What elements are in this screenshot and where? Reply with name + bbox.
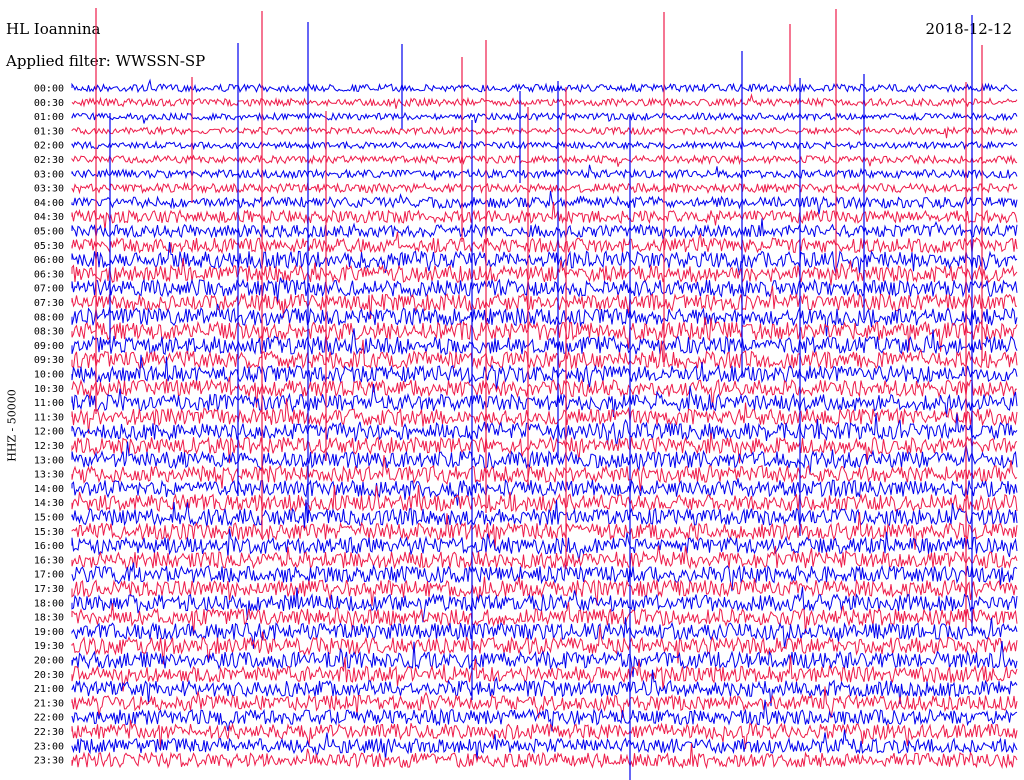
trace-row	[71, 484, 1018, 513]
trace-row	[71, 699, 1018, 732]
row-time-label: 20:00	[34, 656, 64, 667]
trace-row	[71, 413, 1018, 446]
trace-row	[71, 140, 1018, 151]
helicorder-plot: 00:00 00:30 01:00 01:30 02:00 02:30 03:00 03:30…	[34, 8, 1018, 780]
row-time-label: 15:30	[34, 527, 64, 538]
row-time-label: 01:30	[34, 126, 64, 137]
row-time-label: 09:00	[34, 341, 64, 352]
row-time-label: 08:30	[34, 327, 64, 338]
row-time-label: 18:30	[34, 613, 64, 624]
trace-row	[71, 181, 1018, 195]
row-time-label: 23:00	[34, 741, 64, 752]
row-time-label: 14:30	[34, 498, 64, 509]
row-time-label: 05:00	[34, 227, 64, 238]
row-time-label: 18:00	[34, 598, 64, 609]
trace-row	[71, 93, 1018, 109]
row-time-label: 03:30	[34, 184, 64, 195]
row-time-label: 12:00	[34, 427, 64, 438]
trace-row	[71, 201, 1018, 231]
trace-row	[71, 303, 1018, 337]
row-time-label: 21:30	[34, 698, 64, 709]
trace-row	[71, 190, 1018, 215]
row-time-label: 05:30	[34, 241, 64, 252]
trace-row	[71, 164, 1018, 181]
trace-row	[71, 743, 1018, 770]
row-time-label: 11:00	[34, 398, 64, 409]
row-time-label: 20:30	[34, 670, 64, 681]
trace-row	[71, 78, 1018, 94]
row-time-label: 14:00	[34, 484, 64, 495]
trace-row	[71, 586, 1018, 623]
row-time-label: 22:00	[34, 713, 64, 724]
row-time-label: 10:30	[34, 384, 64, 395]
trace-row	[71, 125, 1018, 139]
row-time-label: 00:00	[34, 84, 64, 95]
row-time-label: 04:30	[34, 212, 64, 223]
row-time-label: 09:30	[34, 355, 64, 366]
trace-row	[71, 154, 1018, 167]
row-time-label: 19:30	[34, 641, 64, 652]
row-time-label: 06:30	[34, 269, 64, 280]
trace-row	[71, 328, 1018, 356]
row-time-label: 12:30	[34, 441, 64, 452]
trace-layer	[71, 78, 1018, 770]
row-time-label: 23:30	[34, 756, 64, 767]
row-time-label: 11:30	[34, 412, 64, 423]
row-time-label: 02:30	[34, 155, 64, 166]
row-time-label: 13:30	[34, 470, 64, 481]
trace-row	[71, 111, 1018, 124]
row-time-label: 15:00	[34, 513, 64, 524]
row-time-label: 16:00	[34, 541, 64, 552]
row-time-label: 07:00	[34, 284, 64, 295]
row-time-label: 03:00	[34, 169, 64, 180]
row-time-label: 17:30	[34, 584, 64, 595]
row-time-label: 21:00	[34, 684, 64, 695]
row-time-label: 10:00	[34, 370, 64, 381]
row-time-label: 19:00	[34, 627, 64, 638]
row-time-label: 08:00	[34, 312, 64, 323]
row-time-label: 17:00	[34, 570, 64, 581]
row-time-label: 16:30	[34, 555, 64, 566]
row-time-label: 02:00	[34, 141, 64, 152]
tick-label-layer: 00:00 00:30 01:00 01:30 02:00 02:30 03:00 03:30…	[34, 84, 64, 767]
trace-row	[71, 545, 1018, 570]
row-time-label: 01:00	[34, 112, 64, 123]
row-time-label: 22:30	[34, 727, 64, 738]
row-time-label: 06:00	[34, 255, 64, 266]
row-time-label: 00:30	[34, 98, 64, 109]
trace-row	[71, 719, 1018, 749]
row-time-label: 04:00	[34, 198, 64, 209]
row-time-label: 13:00	[34, 455, 64, 466]
row-time-label: 07:30	[34, 298, 64, 309]
